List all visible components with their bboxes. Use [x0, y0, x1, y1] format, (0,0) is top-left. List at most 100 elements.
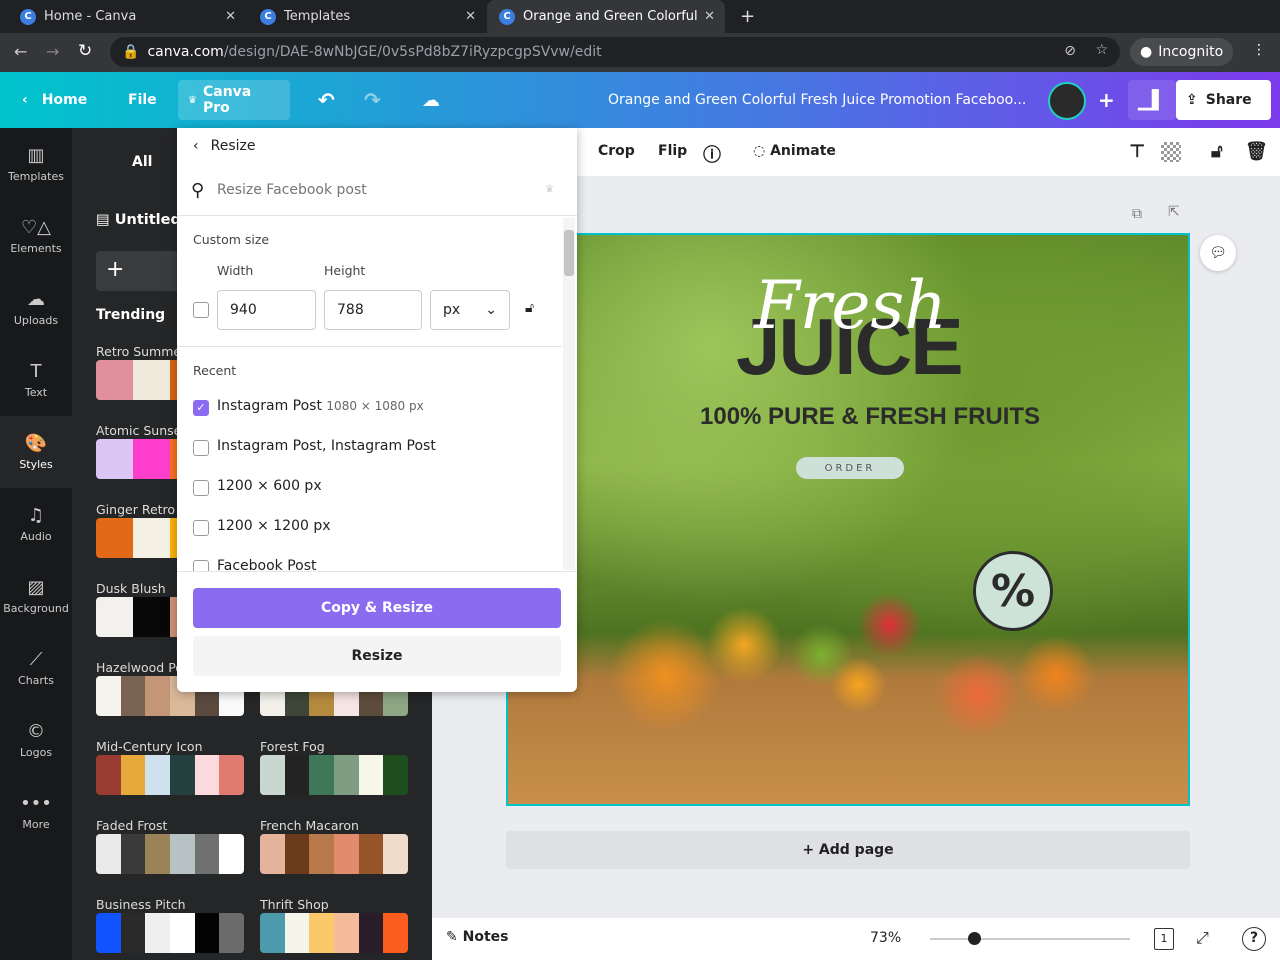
color-swatch[interactable] [170, 913, 195, 953]
color-swatch[interactable] [358, 913, 384, 953]
color-swatch[interactable] [96, 755, 121, 795]
add-collaborator-icon[interactable]: + [1088, 80, 1125, 120]
new-tab-button[interactable]: + [740, 6, 755, 27]
resize-button[interactable]: Resize [193, 636, 561, 676]
zoom-slider-thumb[interactable] [968, 932, 981, 945]
color-swatch[interactable] [96, 439, 133, 479]
color-swatch[interactable] [219, 834, 244, 874]
help-icon[interactable]: ? [1242, 927, 1266, 951]
color-swatch[interactable] [120, 913, 146, 953]
sidebar-item-charts[interactable]: ⟋ Charts [0, 632, 72, 704]
insights-icon[interactable]: ▁▌ [1128, 80, 1176, 120]
transparency-icon[interactable] [1161, 142, 1181, 162]
color-swatch[interactable] [145, 755, 171, 795]
recent-size-checkbox[interactable] [193, 560, 209, 571]
recent-size-checkbox[interactable]: ✓ [193, 400, 209, 416]
color-swatch[interactable] [383, 834, 408, 874]
file-menu-button[interactable]: File [118, 80, 167, 120]
close-tab-icon[interactable]: ✕ [704, 9, 715, 24]
canva-pro-button[interactable]: ♛ Canva Pro [178, 80, 290, 120]
color-swatch[interactable] [170, 834, 195, 874]
sidebar-item-audio[interactable]: ♫ Audio [0, 488, 72, 560]
tracking-off-icon[interactable]: ⊘ [1064, 43, 1076, 59]
add-page-button[interactable]: + Add page [506, 831, 1190, 869]
color-swatch[interactable] [383, 913, 408, 953]
color-swatch[interactable] [96, 834, 121, 874]
recent-size-checkbox[interactable] [193, 440, 209, 456]
design-script-text[interactable]: Fresh [754, 267, 947, 344]
color-swatch[interactable] [194, 755, 220, 795]
color-palette[interactable] [96, 755, 244, 795]
color-swatch[interactable] [145, 913, 171, 953]
color-swatch[interactable] [309, 755, 335, 795]
tab-design[interactable]: C Orange and Green Colorful ✕ [487, 0, 725, 33]
color-swatch[interactable] [284, 834, 310, 874]
color-swatch[interactable] [96, 676, 121, 716]
color-swatch[interactable] [194, 834, 220, 874]
color-swatch[interactable] [334, 755, 359, 795]
color-swatch[interactable] [120, 834, 146, 874]
recent-size-checkbox[interactable] [193, 480, 209, 496]
color-palette[interactable] [96, 913, 244, 953]
color-swatch[interactable] [96, 597, 133, 637]
sidebar-item-uploads[interactable]: ☁ Uploads [0, 272, 72, 344]
color-swatch[interactable] [96, 518, 133, 558]
design-subheadline[interactable]: 100% PURE & FRESH FRUITS [700, 403, 1040, 431]
back-icon[interactable]: ← [14, 42, 27, 61]
add-page-icon[interactable]: ⇱ [1168, 204, 1180, 220]
color-swatch[interactable] [194, 913, 220, 953]
zoom-slider[interactable] [930, 932, 1130, 945]
avatar[interactable] [1048, 82, 1086, 120]
color-swatch[interactable] [96, 360, 133, 400]
color-swatch[interactable] [219, 755, 244, 795]
incognito-badge[interactable]: ● Incognito [1130, 38, 1234, 66]
undo-icon[interactable]: ↶ [308, 80, 345, 120]
recent-size-item[interactable]: Instagram Post, Instagram Post [217, 438, 436, 454]
tab-templates[interactable]: C Templates ✕ [248, 0, 486, 33]
zoom-value[interactable]: 73% [870, 930, 901, 946]
color-swatch[interactable] [120, 755, 146, 795]
color-swatch[interactable] [170, 755, 195, 795]
cloud-saved-icon[interactable]: ☁ [412, 80, 450, 120]
color-swatch[interactable] [219, 913, 244, 953]
close-tab-icon[interactable]: ✕ [465, 9, 476, 24]
tab-home[interactable]: C Home - Canva ✕ [8, 0, 246, 33]
color-swatch[interactable] [133, 597, 170, 637]
info-icon[interactable]: ⓘ [703, 141, 721, 167]
color-swatch[interactable] [260, 834, 285, 874]
reload-icon[interactable]: ↻ [78, 41, 92, 61]
recent-size-item[interactable]: 1200 × 600 px [217, 478, 322, 494]
share-button[interactable]: ⇪ Share [1176, 80, 1271, 120]
color-swatch[interactable] [358, 755, 384, 795]
recent-size-item[interactable]: Facebook Post [217, 558, 317, 571]
color-palette[interactable] [260, 834, 408, 874]
sidebar-item-text[interactable]: T Text [0, 344, 72, 416]
color-swatch[interactable] [133, 439, 170, 479]
bookmark-star-icon[interactable]: ☆ [1095, 42, 1108, 58]
browser-menu-icon[interactable]: ⋮ [1252, 42, 1266, 58]
color-swatch[interactable] [284, 755, 310, 795]
flip-button[interactable]: Flip [658, 143, 687, 159]
sidebar-item-more[interactable]: ••• More [0, 776, 72, 848]
paint-roller-icon[interactable]: ⊤ [1129, 141, 1145, 162]
color-swatch[interactable] [309, 834, 335, 874]
color-swatch[interactable] [383, 755, 408, 795]
animate-button[interactable]: ◌ Animate [753, 143, 836, 159]
design-title[interactable]: Orange and Green Colorful Fresh Juice Pr… [598, 80, 1036, 120]
color-swatch[interactable] [145, 834, 171, 874]
color-swatch[interactable] [309, 913, 335, 953]
design-order-button[interactable]: ORDER [796, 457, 904, 479]
color-swatch[interactable] [96, 913, 121, 953]
comment-button[interactable]: 💬︎ [1200, 235, 1236, 271]
color-swatch[interactable] [260, 755, 285, 795]
color-palette[interactable] [96, 834, 244, 874]
color-swatch[interactable] [133, 360, 170, 400]
duplicate-page-icon[interactable]: ⧉ [1132, 206, 1142, 222]
trash-icon[interactable]: 🗑︎ [1245, 141, 1268, 162]
color-swatch[interactable] [284, 913, 310, 953]
brand-kit-selector[interactable]: ▤ Untitled [96, 212, 181, 228]
sidebar-item-styles[interactable]: 🎨 Styles [0, 416, 72, 488]
page-count-button[interactable]: 1 [1154, 928, 1174, 950]
color-swatch[interactable] [120, 676, 146, 716]
notes-button[interactable]: ✎ Notes [446, 929, 508, 945]
